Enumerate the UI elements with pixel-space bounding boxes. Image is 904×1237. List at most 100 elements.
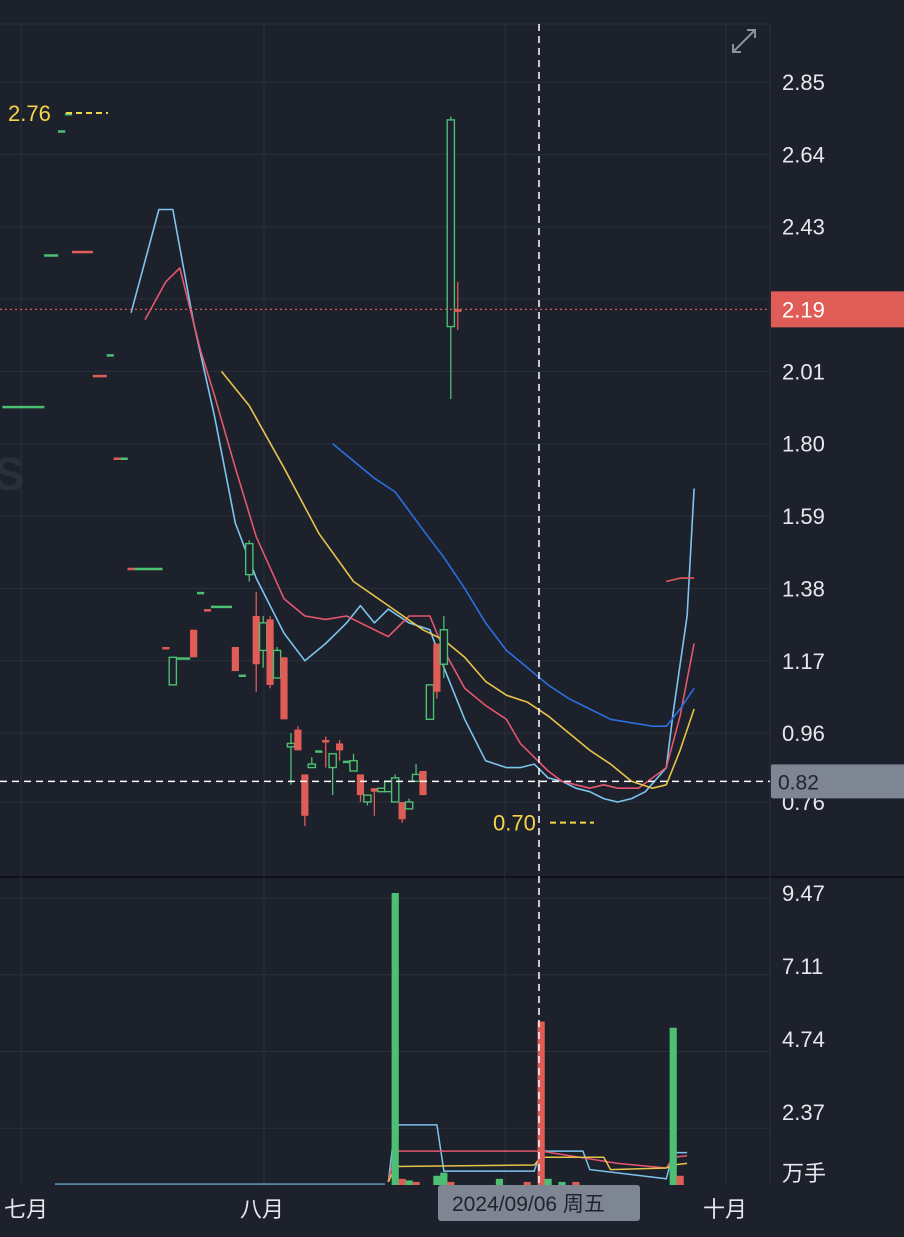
price-axis-tick: 1.80 (782, 432, 825, 457)
low-annotation-label: 0.70 (493, 811, 536, 836)
candle-body (377, 787, 386, 793)
volume-bar (558, 1181, 566, 1185)
candle (58, 130, 66, 133)
candle (78, 250, 87, 254)
candle-body (224, 605, 232, 609)
candle-body (342, 760, 351, 764)
candle-body (155, 567, 163, 571)
candle (44, 254, 52, 257)
candle (383, 780, 393, 793)
candle (9, 405, 17, 409)
candle-body (315, 750, 323, 753)
candle-body (148, 567, 156, 571)
volume-bar (523, 1181, 531, 1185)
stock-chart[interactable]: 2.760.70S 2.852.642.432.222.011.801.591.… (0, 0, 904, 1232)
candle (286, 733, 296, 785)
ma-line-3 (220, 370, 695, 790)
ma-line-5 (666, 577, 695, 583)
ma-line-2 (144, 267, 695, 790)
candle (315, 750, 323, 753)
expand-icon-path (732, 29, 756, 53)
price-axis-tick: 1.17 (782, 649, 825, 674)
candle-body (272, 649, 282, 679)
candle (390, 774, 400, 803)
candle (183, 657, 191, 660)
candle (127, 567, 135, 571)
candle (71, 250, 80, 254)
volume-bar (412, 1181, 420, 1185)
candle (197, 591, 205, 595)
candle-body (398, 802, 406, 820)
volume-axis-tick: 9.47 (782, 881, 825, 906)
candle (231, 646, 239, 672)
volume-panel (55, 893, 688, 1185)
candle-body (404, 801, 414, 810)
crosshair-price-badge: 0.82 (771, 764, 904, 799)
price-axis-tick: 0.96 (782, 721, 825, 746)
candle-body (280, 657, 288, 720)
candle-body (446, 119, 456, 328)
candle (155, 567, 163, 571)
candle (224, 605, 232, 609)
candle-body (258, 622, 268, 652)
volume-axis-tick: 2.37 (782, 1100, 825, 1125)
candle (217, 605, 226, 609)
candle (301, 774, 309, 827)
candle (2, 405, 10, 409)
candle (92, 374, 100, 378)
candle-body (210, 605, 219, 609)
candle-body (99, 374, 107, 378)
candle-body (203, 609, 212, 612)
candle-body (370, 788, 378, 792)
candle (23, 405, 31, 409)
candle-body (328, 753, 337, 769)
candle-body (419, 770, 427, 796)
candle (404, 798, 414, 810)
high-annotation-label: 2.76 (8, 101, 51, 126)
candle (30, 405, 38, 409)
time-axis-tick: 八月 (240, 1197, 284, 1222)
candle (51, 254, 59, 257)
candle-body (336, 743, 344, 751)
price-axis-tick: 1.59 (782, 504, 825, 529)
candle-body (356, 774, 365, 796)
price-panel (2, 113, 695, 827)
candle-body (286, 742, 296, 748)
candle-body (134, 567, 142, 571)
candle-body (307, 763, 317, 769)
price-axis-tick: 2.01 (782, 359, 825, 384)
volume-bar (398, 1178, 406, 1185)
expand-icon[interactable] (732, 29, 756, 53)
overlay: 2.76 0.70 S (0, 24, 770, 1185)
volume-bar (391, 893, 399, 1185)
candle-body (183, 657, 191, 660)
time-axis-tick: 十月 (703, 1197, 747, 1222)
volume-bar (495, 1178, 504, 1185)
last-price-badge: 2.19 (771, 291, 904, 328)
candle (454, 281, 462, 331)
candle (16, 405, 24, 409)
candle-body (176, 657, 184, 660)
candle (266, 615, 274, 689)
candle (446, 116, 456, 399)
candle (294, 726, 302, 751)
candle-body (231, 646, 239, 672)
last-price-value: 2.19 (782, 297, 825, 322)
candle-body (433, 643, 441, 692)
candle (85, 250, 93, 254)
candle-body (44, 254, 52, 257)
chart-canvas: 2.760.70S 2.852.642.432.222.011.801.591.… (0, 23, 904, 1222)
candle (425, 684, 435, 721)
candle (419, 770, 427, 796)
candle-body (113, 457, 121, 461)
candle (307, 757, 317, 769)
time-axis-tick: 七月 (4, 1197, 48, 1222)
candle-body (16, 405, 24, 409)
candle (328, 753, 337, 796)
candle-body (168, 656, 178, 686)
volume-bar (433, 1175, 441, 1185)
volume-axis-tick: 7.11 (782, 954, 823, 979)
candle-body (383, 780, 393, 793)
candle-body (120, 457, 128, 461)
candle (244, 540, 254, 582)
